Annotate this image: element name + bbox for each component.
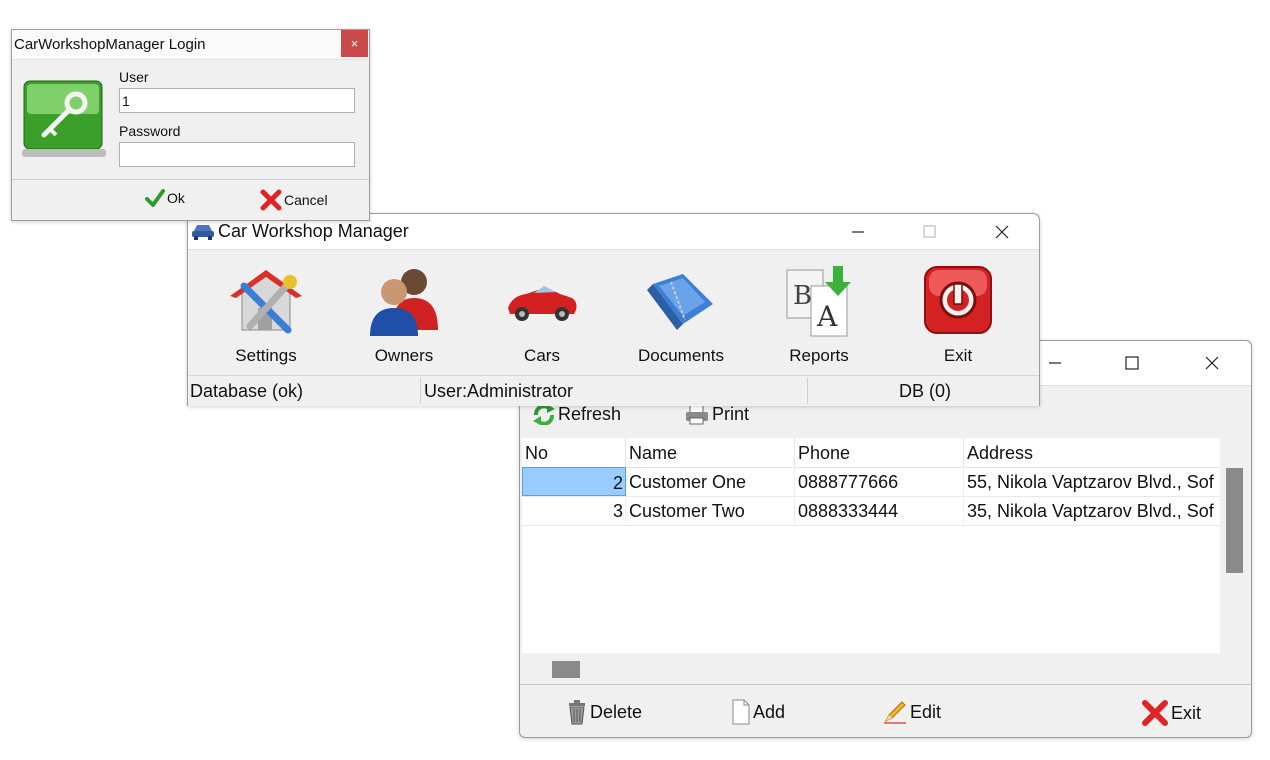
key-icon xyxy=(22,80,106,157)
exit-label: Exit xyxy=(1171,702,1202,723)
cell-address[interactable]: 55, Nikola Vaptzarov Blvd., Sof xyxy=(964,467,1220,496)
red-x-icon xyxy=(260,189,282,211)
svg-text:B: B xyxy=(793,281,812,311)
column-header-name[interactable]: Name xyxy=(626,438,795,467)
reports-button[interactable]: B A Reports xyxy=(764,264,874,370)
cars-label: Cars xyxy=(524,346,560,365)
user-input[interactable] xyxy=(119,88,355,113)
owners-button[interactable]: Owners xyxy=(349,264,459,370)
cars-button[interactable]: Cars xyxy=(487,264,597,370)
settings-icon xyxy=(230,270,302,334)
documents-icon xyxy=(647,274,713,330)
add-label: Add xyxy=(753,701,786,722)
documents-button[interactable]: Documents xyxy=(626,264,736,370)
exit-label: Exit xyxy=(943,346,973,365)
delete-button[interactable]: Delete xyxy=(566,699,642,725)
add-button[interactable]: Add xyxy=(731,699,785,725)
main-window: Car Workshop Manager Settings Owners Car… xyxy=(187,213,1040,406)
close-button[interactable] xyxy=(983,214,1021,249)
column-header-no[interactable]: No xyxy=(522,438,626,467)
exit-button[interactable]: Exit xyxy=(903,264,1013,370)
cell-phone[interactable]: 0888777666 xyxy=(795,467,964,496)
cancel-button[interactable]: Cancel xyxy=(260,189,328,211)
column-header-address[interactable]: Address xyxy=(964,438,1220,467)
settings-label: Settings xyxy=(235,346,297,365)
status-divider xyxy=(420,378,421,404)
minimize-button[interactable] xyxy=(840,214,876,249)
minimize-icon xyxy=(852,230,864,233)
reports-icon: B A xyxy=(786,266,851,337)
checkmark-icon xyxy=(145,189,165,207)
car-icon xyxy=(508,286,577,321)
maximize-button xyxy=(912,214,948,249)
cancel-label: Cancel xyxy=(284,192,328,208)
close-icon: × xyxy=(350,36,359,51)
exit-button[interactable]: Exit xyxy=(1141,699,1201,727)
print-label: Print xyxy=(712,403,750,424)
maximize-button[interactable] xyxy=(1115,341,1149,385)
documents-label: Documents xyxy=(638,346,724,365)
status-bar: Database (ok) User:Administrator DB (0) xyxy=(188,375,1039,406)
login-window-title: CarWorkshopManager Login xyxy=(14,36,206,53)
close-button[interactable]: × xyxy=(341,30,368,57)
vertical-scroll-thumb[interactable] xyxy=(1226,468,1243,573)
red-x-icon xyxy=(1142,700,1168,726)
close-icon xyxy=(1205,356,1219,370)
cell-address[interactable]: 35, Nikola Vaptzarov Blvd., Sof xyxy=(964,496,1220,525)
login-titlebar: CarWorkshopManager Login × xyxy=(12,30,369,60)
footer-divider xyxy=(520,684,1251,685)
cell-no[interactable]: 3 xyxy=(522,496,626,525)
status-db: DB (0) xyxy=(899,381,952,401)
close-button[interactable] xyxy=(1192,341,1232,385)
horizontal-scroll-thumb[interactable] xyxy=(552,661,580,678)
delete-label: Delete xyxy=(590,701,643,722)
minimize-button[interactable] xyxy=(1040,341,1070,385)
minimize-icon xyxy=(1049,362,1061,364)
owners-label: Owners xyxy=(374,346,434,365)
horizontal-scrollbar[interactable] xyxy=(522,653,1220,683)
status-user: User:Administrator xyxy=(424,381,574,401)
power-icon xyxy=(924,266,992,334)
edit-label: Edit xyxy=(910,701,942,722)
refresh-label: Refresh xyxy=(558,403,622,424)
login-window: CarWorkshopManager Login × User Password… xyxy=(11,29,370,221)
edit-button[interactable]: Edit xyxy=(882,699,941,725)
password-label: Password xyxy=(119,123,181,139)
cell-name[interactable]: Customer One xyxy=(626,467,795,496)
user-label: User xyxy=(119,69,149,85)
ok-label: Ok xyxy=(167,190,185,206)
refresh-icon xyxy=(533,404,555,425)
status-database: Database (ok) xyxy=(190,381,304,401)
grid-header: No Name Phone Address xyxy=(522,438,1220,468)
column-header-phone[interactable]: Phone xyxy=(795,438,964,467)
printer-icon xyxy=(686,404,708,425)
maximize-icon xyxy=(1125,356,1139,370)
password-input[interactable] xyxy=(119,142,355,167)
cell-phone[interactable]: 0888333444 xyxy=(795,496,964,525)
print-button[interactable]: Print xyxy=(684,403,749,425)
ok-button[interactable]: Ok xyxy=(145,189,185,207)
cell-no[interactable]: 2 xyxy=(522,467,626,496)
car-app-icon xyxy=(192,225,214,240)
settings-button[interactable]: Settings xyxy=(211,264,321,370)
close-icon xyxy=(995,225,1009,238)
table-row[interactable]: 3 Customer Two 0888333444 35, Nikola Vap… xyxy=(522,496,1220,526)
reports-label: Reports xyxy=(789,346,849,365)
owners-icon xyxy=(370,269,438,336)
status-divider xyxy=(807,378,808,404)
cell-name[interactable]: Customer Two xyxy=(626,496,795,525)
maximize-icon xyxy=(923,224,936,238)
pencil-icon xyxy=(884,701,906,724)
table-row[interactable]: 2 Customer One 0888777666 55, Nikola Vap… xyxy=(522,467,1220,497)
refresh-button[interactable]: Refresh xyxy=(532,403,621,425)
svg-text:A: A xyxy=(816,300,838,333)
customers-grid[interactable]: No Name Phone Address 2 Customer One 088… xyxy=(522,438,1220,653)
vertical-scrollbar[interactable] xyxy=(1222,438,1248,653)
trash-icon xyxy=(569,700,585,725)
document-icon xyxy=(732,699,750,725)
